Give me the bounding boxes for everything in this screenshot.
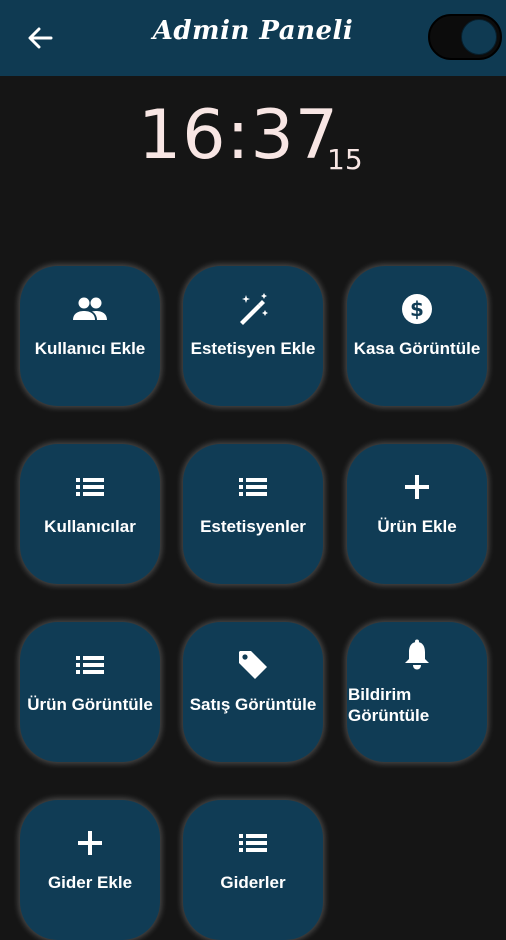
svg-text:$: $ xyxy=(410,297,424,321)
tile-label: Giderler xyxy=(220,873,286,892)
tile-label: Estetisyen Ekle xyxy=(190,339,316,358)
bell-icon xyxy=(405,639,429,670)
add-aesthetician-button[interactable]: Estetisyen Ekle xyxy=(183,266,323,406)
users-button[interactable]: Kullanıcılar xyxy=(20,444,160,584)
tile-label: Kullanıcılar xyxy=(44,517,136,536)
list-icon xyxy=(239,834,267,852)
theme-toggle[interactable] xyxy=(428,14,502,60)
dollar-icon: $ xyxy=(402,294,432,324)
add-user-button[interactable]: Kullanıcı Ekle xyxy=(20,266,160,406)
magic-wand-icon xyxy=(240,293,268,325)
clock-time: 16:37 xyxy=(138,96,339,175)
tile-label: Satış Görüntüle xyxy=(189,695,317,714)
add-product-button[interactable]: Ürün Ekle xyxy=(347,444,487,584)
tile-label: Gider Ekle xyxy=(47,873,133,892)
plus-icon xyxy=(78,831,102,855)
list-icon xyxy=(239,478,267,496)
app-bar: Admin Paneli xyxy=(0,0,506,76)
view-products-button[interactable]: Ürün Görüntüle xyxy=(20,622,160,762)
clock-seconds: 15 xyxy=(327,143,363,176)
expenses-button[interactable]: Giderler xyxy=(183,800,323,940)
tile-label: Bildirim Görüntüle xyxy=(348,685,430,725)
view-notifications-button[interactable]: Bildirim Görüntüle xyxy=(347,622,487,762)
aestheticians-button[interactable]: Estetisyenler xyxy=(183,444,323,584)
tile-label: Estetisyenler xyxy=(200,517,306,536)
people-icon xyxy=(73,297,107,320)
add-expense-button[interactable]: Gider Ekle xyxy=(20,800,160,940)
tile-label: Ürün Ekle xyxy=(377,517,457,536)
tile-label: Ürün Görüntüle xyxy=(27,695,153,714)
list-icon xyxy=(76,478,104,496)
tile-label: Kasa Görüntüle xyxy=(353,339,481,358)
view-sales-button[interactable]: Satış Görüntüle xyxy=(183,622,323,762)
plus-icon xyxy=(405,475,429,499)
list-icon xyxy=(76,656,104,674)
tag-icon xyxy=(239,651,267,679)
tile-label: Kullanıcı Ekle xyxy=(34,339,146,358)
toggle-knob xyxy=(461,19,497,55)
view-cash-button[interactable]: $ Kasa Görüntüle xyxy=(347,266,487,406)
